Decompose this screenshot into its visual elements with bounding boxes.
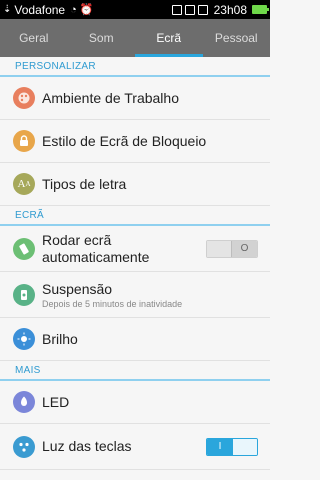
toggle-track — [207, 240, 231, 257]
toggle-knob: I — [207, 438, 233, 455]
led-icon — [13, 391, 35, 413]
carrier-name: Vodafone — [14, 2, 66, 17]
notification-icon — [171, 4, 182, 15]
item-title: Luz das teclas — [42, 438, 132, 454]
sleep-timer-icon — [13, 283, 35, 306]
item-title: Estilo de Ecrã de Bloqueio — [42, 132, 207, 149]
rotate-icon — [13, 237, 35, 260]
toggle-knob: O — [231, 240, 257, 257]
usb-icon: ⇣ — [3, 4, 12, 15]
section-header-mais: MAIS — [0, 361, 270, 381]
item-tipos-de-letra[interactable]: AA Tipos de letra — [0, 163, 270, 206]
item-title: Brilho — [42, 330, 78, 347]
status-time: 23h08 — [213, 2, 247, 17]
item-led[interactable]: LED — [0, 381, 270, 424]
item-subtitle: Depois de 5 minutos de inatividade — [42, 298, 183, 309]
tab-pessoal[interactable]: Pessoal — [203, 19, 271, 57]
tab-geral[interactable]: Geral — [0, 19, 68, 57]
mail-icon — [184, 4, 195, 15]
section-header-personalizar: PERSONALIZAR — [0, 57, 270, 77]
battery-icon — [252, 5, 269, 14]
item-brilho[interactable]: Brilho — [0, 318, 270, 361]
item-title: Suspensão — [42, 280, 113, 297]
item-rodar-ecra[interactable]: Rodar ecrã automaticamente O — [0, 226, 270, 272]
settings-list: PERSONALIZAR Ambiente de Trabalho Estilo… — [0, 57, 270, 470]
key-light-icon — [13, 435, 35, 458]
lock-icon — [13, 130, 35, 152]
item-ambiente-de-trabalho[interactable]: Ambiente de Trabalho — [0, 77, 270, 120]
palette-icon — [13, 87, 35, 109]
item-title: Rodar ecrã automaticamente — [42, 231, 150, 265]
alarm-icon: ⏰ — [79, 4, 94, 16]
toggle-track — [233, 438, 257, 455]
item-title: Tipos de letra — [42, 175, 127, 192]
wifi-icon: ◔ — [70, 3, 77, 16]
item-suspensao[interactable]: Suspensão Depois de 5 minutos de inativi… — [0, 272, 270, 318]
rotate-toggle[interactable]: O — [206, 239, 258, 258]
key-light-toggle[interactable]: I — [206, 437, 258, 456]
item-title: LED — [42, 393, 70, 410]
section-header-ecra: ECRÃ — [0, 206, 270, 226]
tab-bar: Geral Som Ecrã Pessoal — [0, 19, 270, 57]
status-bar: ⇣ Vodafone ◔ ⏰ 23h08 — [0, 0, 270, 19]
item-estilo-bloqueio[interactable]: Estilo de Ecrã de Bloqueio — [0, 120, 270, 163]
item-luz-das-teclas[interactable]: Luz das teclas I — [0, 424, 270, 470]
tab-ecra[interactable]: Ecrã — [135, 19, 203, 57]
tab-som[interactable]: Som — [68, 19, 136, 57]
font-icon: AA — [13, 173, 35, 195]
image-icon — [197, 4, 208, 15]
brightness-icon — [13, 328, 35, 350]
item-title: Ambiente de Trabalho — [42, 89, 179, 106]
